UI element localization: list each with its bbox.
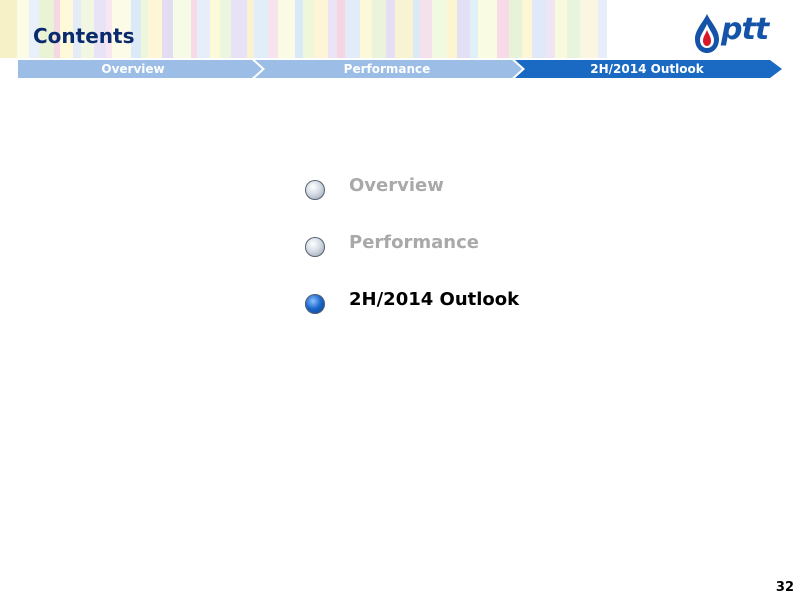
page-title: Contents xyxy=(33,24,135,48)
agenda-label: Performance xyxy=(349,232,479,253)
agenda-item-overview[interactable]: Overview xyxy=(305,172,519,229)
agenda-list: Overview Performance 2H/2014 Outlook xyxy=(305,172,519,343)
logo-text: ptt xyxy=(721,12,769,47)
agenda-label: 2H/2014 Outlook xyxy=(349,289,520,310)
breadcrumb-item-overview[interactable]: Overview xyxy=(18,60,248,78)
bullet-active-icon xyxy=(305,294,325,314)
bullet-icon xyxy=(305,180,325,200)
page-number: 32 xyxy=(775,580,794,595)
breadcrumb-item-outlook[interactable]: 2H/2014 Outlook xyxy=(522,60,772,78)
agenda-label: Overview xyxy=(349,175,444,196)
agenda-item-outlook[interactable]: 2H/2014 Outlook xyxy=(305,286,519,343)
breadcrumb-item-performance[interactable]: Performance xyxy=(262,60,512,78)
agenda-item-performance[interactable]: Performance xyxy=(305,229,519,286)
bullet-icon xyxy=(305,237,325,257)
